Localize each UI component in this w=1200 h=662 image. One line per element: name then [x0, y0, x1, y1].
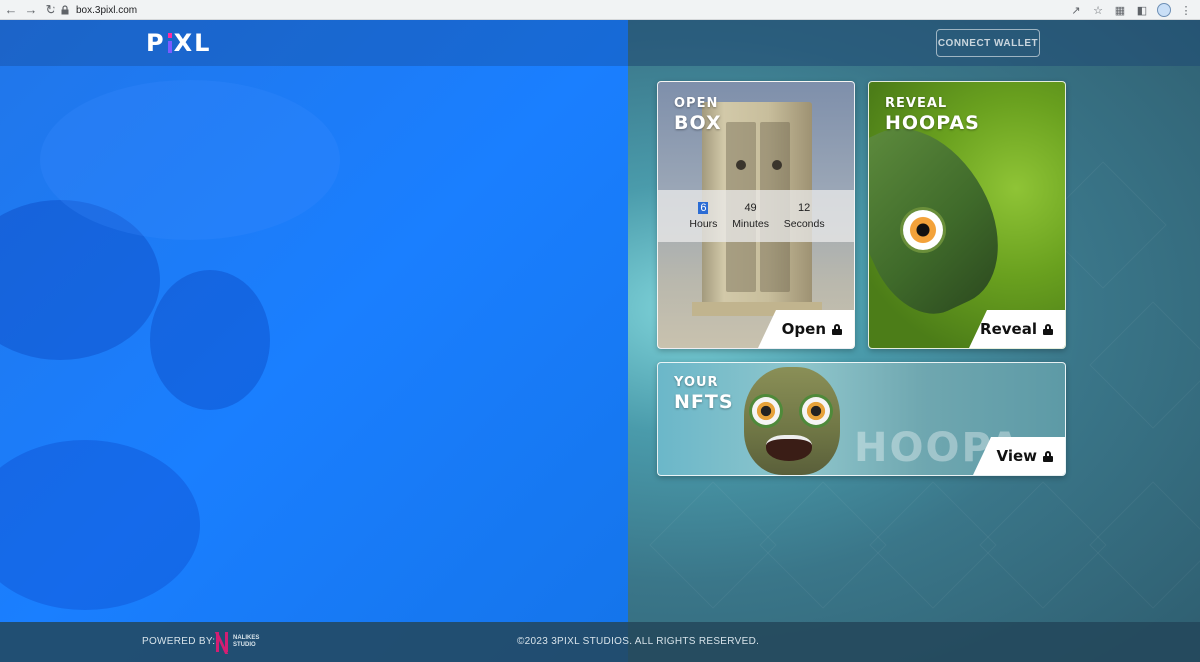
back-icon[interactable]: ← [2, 1, 20, 19]
lock-icon [832, 323, 842, 335]
logo-accent-icon [167, 33, 172, 53]
extensions-icon[interactable]: ▦ [1112, 2, 1128, 18]
countdown-timer: 6 Hours 49 Minutes 12 Seconds [658, 190, 854, 242]
hero-left-panel [0, 20, 628, 662]
your-nfts-card[interactable]: HOOPA YOUR NFTS View [657, 362, 1066, 476]
sidebar-icon[interactable]: ◧ [1134, 2, 1150, 18]
card-title-big: BOX [674, 112, 722, 134]
card-title-big: HOOPAS [885, 112, 980, 134]
reveal-button[interactable]: Reveal [969, 310, 1065, 348]
star-icon[interactable]: ☆ [1090, 2, 1106, 18]
page: P XL CONNECT WALLET OPEN BOX 6 Hours 49 … [0, 20, 1200, 662]
hoopa-creature-image [869, 103, 1024, 331]
connect-wallet-button[interactable]: CONNECT WALLET [936, 29, 1040, 57]
lock-icon [1043, 450, 1053, 462]
browser-toolbar: ← → ↻ box.3pixl.com ↗ ☆ ▦ ◧ ⋮ [0, 0, 1200, 20]
countdown-minutes: 49 Minutes [732, 202, 769, 230]
share-icon[interactable]: ↗ [1068, 2, 1084, 18]
powered-by-label: POWERED BY: [142, 636, 216, 647]
studio-logo-icon [214, 632, 229, 654]
lock-icon [61, 5, 69, 15]
creature-eye [903, 210, 943, 250]
nft-creature-image [744, 367, 840, 475]
card-title-small: OPEN [674, 96, 719, 111]
card-title-big: NFTS [674, 391, 734, 413]
card-title-small: YOUR [674, 375, 719, 390]
address-bar[interactable]: box.3pixl.com [54, 2, 1130, 18]
pixl-logo[interactable]: P XL [146, 29, 211, 57]
reveal-hoopas-card[interactable]: REVEAL HOOPAS Reveal [868, 81, 1066, 349]
countdown-hours: 6 Hours [689, 202, 718, 230]
card-title-small: REVEAL [885, 96, 948, 111]
profile-icon[interactable] [1156, 2, 1172, 18]
lock-icon [1043, 323, 1053, 335]
copyright-text: ©2023 3PIXL STUDIOS. ALL RIGHTS RESERVED… [517, 636, 760, 647]
url-text: box.3pixl.com [76, 4, 138, 16]
forward-icon[interactable]: → [22, 1, 40, 19]
nalikes-studio-logo[interactable]: NALIKES STUDIO [214, 632, 259, 654]
countdown-seconds: 12 Seconds [783, 202, 825, 230]
footer: POWERED BY: NALIKES STUDIO ©2023 3PIXL S… [0, 622, 1200, 662]
menu-icon[interactable]: ⋮ [1178, 2, 1194, 18]
open-box-card[interactable]: OPEN BOX 6 Hours 49 Minutes 12 Seconds O… [657, 81, 855, 349]
